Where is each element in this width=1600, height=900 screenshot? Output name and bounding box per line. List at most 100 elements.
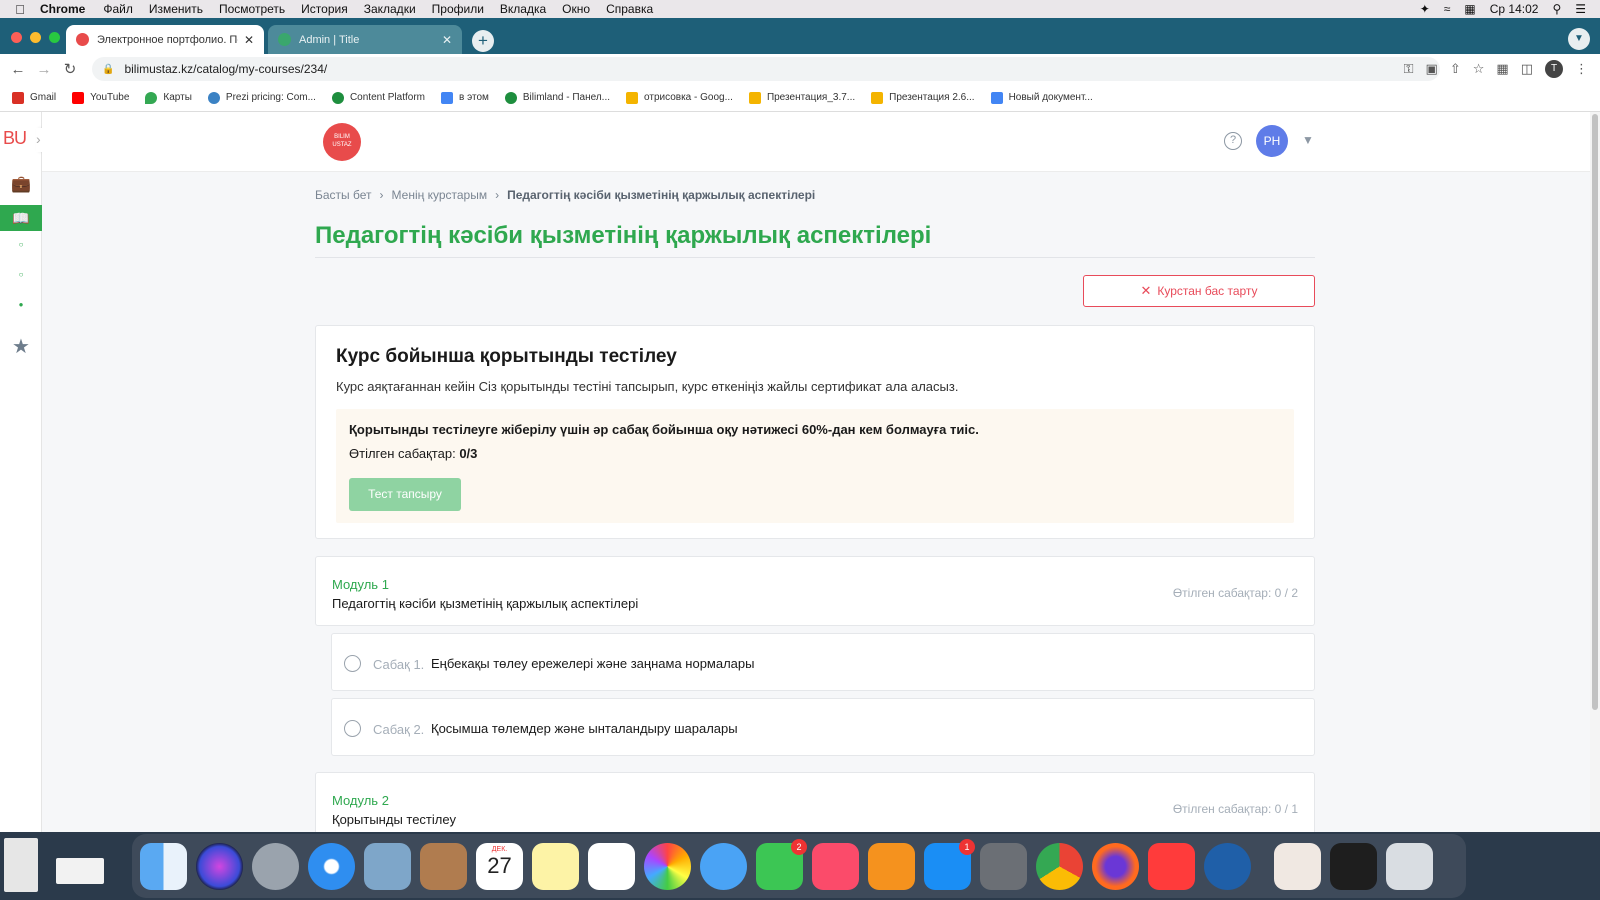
lesson-item[interactable]: Сабақ 1. Еңбекақы төлеу ережелері және з…	[331, 633, 1315, 691]
bookmark-presentation-2[interactable]: Презентация 2.6...	[871, 91, 975, 104]
page-scrollbar[interactable]	[1590, 112, 1600, 832]
leave-course-button[interactable]: ✕ Курстан бас тарту	[1083, 275, 1315, 307]
chrome-menu-icon[interactable]: ⋮	[1575, 61, 1588, 77]
system-preferences-icon[interactable]	[980, 842, 1027, 890]
reload-icon[interactable]: ↻	[57, 60, 83, 78]
bookmark-presentation-3[interactable]: Презентация_3.7...	[748, 91, 855, 104]
extensions-icon[interactable]: ▦	[1496, 61, 1508, 77]
bookmark-content-platform[interactable]: Content Platform	[331, 91, 425, 104]
menu-view[interactable]: Посмотреть	[219, 2, 285, 16]
lesson-title[interactable]: Еңбекақы төлеу ережелері және заңнама но…	[431, 656, 754, 671]
bookmark-bilimland[interactable]: Bilimland - Панел...	[504, 91, 610, 104]
card-icon[interactable]: ▣	[1426, 61, 1438, 77]
chevron-down-icon[interactable]: ▼	[1302, 133, 1314, 147]
bookmark-youtube[interactable]: YouTube	[72, 91, 129, 104]
trash-icon[interactable]	[1386, 842, 1433, 890]
module-card[interactable]: Модуль 2 Қорытынды тестілеу Өтілген саба…	[315, 772, 1315, 832]
user-avatar[interactable]: PH	[1256, 125, 1288, 157]
bilim-ustaz-logo[interactable]: BILIM USTAZ	[323, 123, 361, 161]
profile-avatar[interactable]: T	[1545, 60, 1563, 78]
bookmark-prezi[interactable]: Prezi pricing: Com...	[207, 91, 316, 104]
help-icon[interactable]: ?	[1224, 132, 1242, 150]
menu-profiles[interactable]: Профили	[432, 2, 484, 16]
side-panel-icon[interactable]: ◫	[1521, 61, 1533, 77]
chrome-icon[interactable]	[1036, 842, 1083, 890]
spotlight-icon[interactable]: ⚲	[1552, 2, 1561, 16]
briefcase-icon[interactable]: 💼	[0, 174, 42, 196]
facetime-icon[interactable]: 2	[756, 838, 807, 890]
minimize-window-button[interactable]	[30, 32, 41, 43]
menu-file[interactable]: Файл	[103, 2, 133, 16]
firefox-icon[interactable]	[1092, 842, 1139, 890]
back-icon[interactable]: ←	[5, 61, 31, 78]
contacts-icon[interactable]	[420, 842, 467, 890]
messages-icon[interactable]	[700, 842, 747, 890]
close-tab-icon[interactable]: ✕	[244, 33, 254, 47]
sidebar-logo[interactable]: BU	[3, 128, 27, 149]
menu-bookmarks[interactable]: Закладки	[364, 2, 416, 16]
share-icon[interactable]: ⇧	[1450, 61, 1461, 77]
key-icon[interactable]: ⚿	[1404, 61, 1414, 77]
bookmark-star-icon[interactable]: ☆	[1473, 61, 1485, 77]
tab-admin[interactable]: Admin | Title ✕	[268, 25, 462, 54]
siri-icon[interactable]	[196, 842, 243, 890]
app-store-icon[interactable]: 1	[924, 838, 975, 890]
menu-tab[interactable]: Вкладка	[500, 2, 546, 16]
submenu-dot-icon[interactable]: ○	[0, 270, 42, 279]
close-window-button[interactable]	[11, 32, 22, 43]
apple-icon[interactable]: 	[0, 2, 40, 17]
tab-portfolio[interactable]: Электронное портфолио. Пед ✕	[66, 25, 264, 54]
menu-help[interactable]: Справка	[606, 2, 653, 16]
zoom-window-button[interactable]	[49, 32, 60, 43]
take-test-button[interactable]: Тест тапсыру	[349, 478, 461, 511]
close-tab-icon[interactable]: ✕	[442, 33, 452, 47]
control-center-icon[interactable]: ▦	[1464, 2, 1475, 16]
address-bar[interactable]: 🔒 bilimustaz.kz/catalog/my-courses/234/	[92, 57, 1440, 81]
bookmark-gmail[interactable]: Gmail	[12, 91, 56, 104]
menu-edit[interactable]: Изменить	[149, 2, 203, 16]
menu-window[interactable]: Окно	[562, 2, 590, 16]
calendar-icon[interactable]: ДЕК. 27	[476, 842, 523, 890]
quicktime-icon[interactable]	[1204, 842, 1251, 890]
tab-search-button[interactable]: ▼	[1568, 28, 1590, 50]
bookmark-doc[interactable]: в этом	[441, 91, 489, 104]
launchpad-icon[interactable]	[252, 842, 299, 890]
vpn-icon[interactable]: ✦	[1420, 2, 1430, 16]
anydesk-icon[interactable]	[1148, 842, 1195, 890]
lesson-status-radio[interactable]	[344, 720, 361, 737]
screenshot-file-icon[interactable]	[56, 858, 104, 884]
submenu-dot-active-icon[interactable]: ●	[0, 300, 42, 309]
submenu-dot-icon[interactable]: ○	[0, 240, 42, 249]
lesson-item[interactable]: Сабақ 2. Қосымша төлемдер және ынталанды…	[331, 698, 1315, 756]
new-tab-button[interactable]: +	[472, 30, 494, 52]
lock-icon[interactable]: 🔒	[102, 64, 114, 75]
bookmark-new-doc[interactable]: Новый документ...	[990, 91, 1093, 104]
forward-icon[interactable]: →	[31, 61, 57, 78]
figma-icon[interactable]	[1330, 842, 1377, 890]
pdf-file-icon[interactable]	[4, 838, 38, 892]
notes-icon[interactable]	[532, 842, 579, 890]
books-icon[interactable]	[868, 842, 915, 890]
user-photo-icon[interactable]	[1274, 842, 1321, 890]
wifi-icon[interactable]: ≈	[1444, 2, 1451, 16]
finder-icon[interactable]	[140, 842, 187, 890]
lesson-status-radio[interactable]	[344, 655, 361, 672]
notification-icon[interactable]: ☰	[1575, 2, 1586, 16]
safari-icon[interactable]	[308, 842, 355, 890]
module-card[interactable]: Модуль 1 Педагогтің кәсіби қызметінің қа…	[315, 556, 1315, 626]
clock[interactable]: Ср 14:02	[1490, 2, 1539, 16]
star-icon[interactable]: ★	[0, 334, 42, 359]
breadcrumb-my-courses[interactable]: Менің курстарым	[392, 188, 488, 202]
mail-icon[interactable]	[364, 842, 411, 890]
music-icon[interactable]	[812, 842, 859, 890]
scrollbar-thumb[interactable]	[1592, 114, 1598, 710]
breadcrumb-home[interactable]: Басты бет	[315, 188, 372, 202]
bookmark-maps[interactable]: Карты	[145, 91, 192, 104]
photos-icon[interactable]	[644, 842, 691, 890]
lesson-title[interactable]: Қосымша төлемдер және ынталандыру шарала…	[431, 721, 738, 736]
menu-history[interactable]: История	[301, 2, 348, 16]
courses-book-icon[interactable]: 📖	[0, 205, 42, 231]
reminders-icon[interactable]	[588, 842, 635, 890]
bookmark-otrisovka[interactable]: отрисовка - Goog...	[626, 91, 733, 104]
menu-app-name[interactable]: Chrome	[40, 2, 85, 16]
